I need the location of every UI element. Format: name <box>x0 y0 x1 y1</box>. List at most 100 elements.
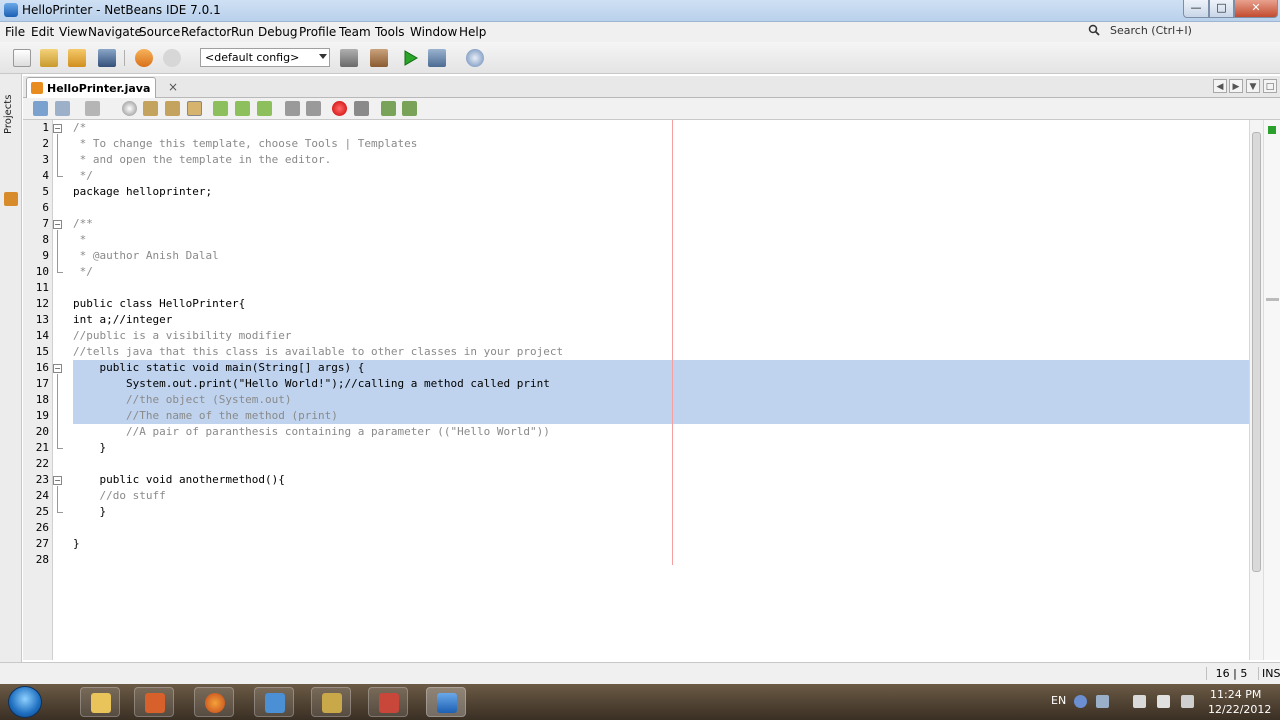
line-number-gutter: 1 2 3 4 5 6 7 8 9 10 11 12 13 14 15 16 1… <box>23 120 53 660</box>
menu-view[interactable]: View <box>59 25 87 39</box>
stop-macro-icon[interactable] <box>354 101 369 116</box>
code-line: public void anothermethod(){ <box>73 473 285 486</box>
find-next-icon[interactable] <box>165 101 180 116</box>
line-number: 6 <box>42 201 49 214</box>
new-project-icon[interactable] <box>40 49 58 67</box>
line-number: 22 <box>35 457 49 470</box>
find-previous-icon[interactable] <box>143 101 158 116</box>
search-placeholder: Search (Ctrl+I) <box>1110 24 1192 37</box>
line-number: 17 <box>35 377 49 390</box>
history-view-icon[interactable] <box>55 101 70 116</box>
line-number: 21 <box>35 441 49 454</box>
toggle-highlight-icon[interactable] <box>187 101 202 116</box>
explorer-taskbar-button[interactable] <box>80 687 120 717</box>
menu-refactor[interactable]: Refactor <box>181 25 231 39</box>
menu-debug[interactable]: Debug <box>258 25 297 39</box>
save-all-icon[interactable] <box>98 49 116 67</box>
shift-left-icon[interactable] <box>285 101 300 116</box>
tab-list-icon[interactable]: ▼ <box>1246 79 1260 93</box>
code-line: /* <box>73 121 87 134</box>
uncomment-icon[interactable] <box>402 101 417 116</box>
source-view-icon[interactable] <box>33 101 48 116</box>
clean-build-icon[interactable] <box>370 49 388 67</box>
next-bookmark-icon[interactable] <box>235 101 250 116</box>
code-line: package helloprinter; <box>73 185 213 198</box>
redo-icon[interactable] <box>163 49 181 67</box>
menu-window[interactable]: Window <box>410 25 457 39</box>
fold-toggle-icon[interactable]: − <box>53 220 62 229</box>
virtualbox-taskbar-button[interactable] <box>254 687 294 717</box>
projects-tab[interactable]: Projects <box>3 84 19 144</box>
open-project-icon[interactable] <box>68 49 86 67</box>
code-line: public static void main(String[] args) { <box>73 361 365 374</box>
toggle-bookmark-icon[interactable] <box>257 101 272 116</box>
line-number: 14 <box>35 329 49 342</box>
tray-icon[interactable] <box>1096 695 1109 708</box>
run-icon[interactable] <box>401 49 419 67</box>
clock-date[interactable]: 12/22/2012 <box>1208 703 1271 716</box>
no-errors-icon <box>1268 126 1276 134</box>
selection-marker[interactable] <box>1266 298 1279 301</box>
insert-mode: INS <box>1258 667 1280 680</box>
menu-file[interactable]: File <box>5 25 25 39</box>
fold-toggle-icon[interactable]: − <box>53 476 62 485</box>
projects-panel-icon[interactable] <box>4 192 18 206</box>
fold-toggle-icon[interactable]: − <box>53 364 62 373</box>
line-number: 8 <box>42 233 49 246</box>
line-number: 9 <box>42 249 49 262</box>
menu-edit[interactable]: Edit <box>31 25 54 39</box>
virtualbox-icon <box>265 693 285 713</box>
scroll-tabs-left-icon[interactable]: ◀ <box>1213 79 1227 93</box>
shift-right-icon[interactable] <box>306 101 321 116</box>
build-hammer-icon[interactable] <box>340 49 358 67</box>
firefox-taskbar-button[interactable] <box>194 687 234 717</box>
fold-guide-end <box>57 272 63 273</box>
menu-profile[interactable]: Profile <box>299 25 336 39</box>
minimize-button[interactable]: — <box>1183 0 1209 18</box>
netbeans-taskbar-button[interactable] <box>426 687 466 717</box>
maximize-button[interactable]: □ <box>1209 0 1234 18</box>
menu-source[interactable]: Source <box>139 25 180 39</box>
vertical-scrollbar[interactable] <box>1249 120 1263 660</box>
language-indicator[interactable]: EN <box>1051 694 1066 707</box>
menu-run[interactable]: Run <box>231 25 254 39</box>
line-number: 7 <box>42 217 49 230</box>
code-line: int a;//integer <box>73 313 173 326</box>
start-button[interactable] <box>8 686 42 718</box>
media-player-taskbar-button[interactable] <box>134 687 174 717</box>
scrollbar-thumb[interactable] <box>1252 132 1261 572</box>
find-icon[interactable] <box>122 101 137 116</box>
scroll-tabs-right-icon[interactable]: ▶ <box>1229 79 1243 93</box>
menu-tools[interactable]: Tools <box>375 25 405 39</box>
new-file-icon[interactable] <box>13 49 31 67</box>
help-icon[interactable] <box>1074 695 1087 708</box>
menu-team[interactable]: Team <box>339 25 371 39</box>
start-macro-icon[interactable] <box>332 101 347 116</box>
profile-icon[interactable] <box>466 49 484 67</box>
code-line: //tells java that this class is availabl… <box>73 345 564 358</box>
menu-help[interactable]: Help <box>459 25 486 39</box>
maximize-editor-icon[interactable]: □ <box>1263 79 1277 93</box>
configuration-select[interactable]: <default config> <box>200 48 330 67</box>
fold-toggle-icon[interactable]: − <box>53 124 62 133</box>
code-editor[interactable]: /* * To change this template, choose Too… <box>67 120 1249 660</box>
search-icon <box>1088 24 1100 36</box>
network-icon[interactable] <box>1133 695 1146 708</box>
app-taskbar-button[interactable] <box>368 687 408 717</box>
close-button[interactable]: ✕ <box>1234 0 1278 18</box>
menu-navigate[interactable]: Navigate <box>88 25 142 39</box>
close-tab-icon[interactable]: × <box>168 80 178 94</box>
window-title: HelloPrinter - NetBeans IDE 7.0.1 <box>22 3 221 17</box>
undo-icon[interactable] <box>135 49 153 67</box>
app-taskbar-button[interactable] <box>311 687 351 717</box>
clock-time[interactable]: 11:24 PM <box>1210 688 1261 701</box>
tab-helloprinter-java[interactable]: HelloPrinter.java <box>26 77 156 98</box>
last-edit-icon[interactable] <box>85 101 100 116</box>
action-center-icon[interactable] <box>1157 695 1170 708</box>
debug-icon[interactable] <box>428 49 446 67</box>
previous-bookmark-icon[interactable] <box>213 101 228 116</box>
line-number: 1 <box>42 121 49 134</box>
comment-icon[interactable] <box>381 101 396 116</box>
volume-icon[interactable] <box>1181 695 1194 708</box>
search-box[interactable]: Search (Ctrl+I) <box>1086 23 1276 40</box>
